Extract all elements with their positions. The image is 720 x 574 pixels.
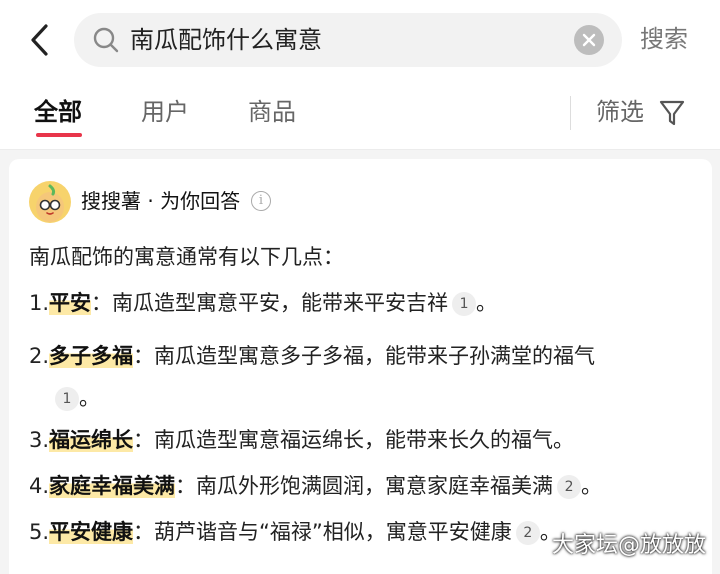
chevron-left-icon: [31, 24, 48, 56]
item-keyword: 福运绵长: [49, 428, 134, 452]
info-icon[interactable]: i: [251, 191, 271, 211]
tab-products[interactable]: 商品: [248, 94, 296, 130]
item-colon: ：: [175, 474, 197, 498]
item-keyword: 家庭幸福美满: [49, 474, 176, 498]
ai-answer-card: 搜搜薯 · 为你回答 i 南瓜配饰的寓意通常有以下几点： 1.平安：南瓜造型寓意…: [9, 159, 712, 574]
item-text: 南瓜造型寓意多子多福，能带来子孙满堂的福气: [154, 344, 596, 368]
search-button[interactable]: 搜索: [640, 21, 688, 57]
item-colon: ：: [133, 428, 155, 452]
top-bar: 南瓜配饰什么寓意 搜索: [0, 0, 720, 82]
item-number: 3.: [29, 428, 50, 452]
tab-users[interactable]: 用户: [141, 94, 189, 130]
citation-badge[interactable]: 2: [557, 475, 582, 499]
item-keyword: 多子多福: [49, 344, 134, 368]
item-number: 2.: [29, 344, 50, 368]
filter-label: 筛选: [596, 98, 644, 126]
item-end: 。: [581, 474, 603, 498]
active-tab-indicator: [36, 133, 82, 137]
filter-button[interactable]: 筛选: [596, 94, 685, 130]
item-number: 4.: [29, 474, 50, 498]
answer-intro: 南瓜配饰的寓意通常有以下几点：: [29, 245, 344, 269]
watermark-text: 大家坛@放放放: [551, 533, 706, 558]
item-end: 。: [79, 386, 100, 410]
citation-badge[interactable]: 2: [515, 521, 540, 545]
answer-source-label: 搜搜薯 · 为你回答: [81, 189, 241, 213]
citation-badge[interactable]: 1: [452, 292, 477, 316]
potato-mascot-avatar: [29, 181, 71, 223]
answer-item-1: 1.平安：南瓜造型寓意平安，能带来平安吉祥 1。: [29, 287, 709, 319]
item-text: 南瓜造型寓意平安，能带来平安吉祥: [112, 291, 449, 315]
item-text: 葫芦谐音与“福禄”相似，寓意平安健康: [154, 520, 512, 544]
item-keyword: 平安健康: [49, 520, 134, 544]
tab-divider: [570, 96, 571, 130]
clear-icon[interactable]: [574, 25, 604, 55]
item-end: 。: [476, 291, 498, 315]
item-colon: ：: [91, 291, 113, 315]
search-input[interactable]: 南瓜配饰什么寓意: [74, 13, 622, 67]
item-colon: ：: [133, 344, 155, 368]
citation-badge[interactable]: 1: [55, 387, 79, 411]
answer-item-3: 3.福运绵长：南瓜造型寓意福运绵长，能带来长久的福气。: [29, 424, 709, 456]
back-button[interactable]: [24, 20, 58, 60]
tab-all[interactable]: 全部: [34, 94, 82, 130]
search-icon: [93, 27, 119, 53]
funnel-icon: [659, 100, 685, 126]
answer-item-4: 4.家庭幸福美满：南瓜外形饱满圆润，寓意家庭幸福美满 2。: [29, 470, 709, 502]
tab-bar: 全部 用户 商品 筛选: [0, 82, 720, 150]
item-keyword: 平安: [49, 291, 92, 315]
search-query-text: 南瓜配饰什么寓意: [130, 26, 322, 54]
item-text: 南瓜外形饱满圆润，寓意家庭幸福美满: [196, 474, 554, 498]
answer-item-2: 2.多子多福：南瓜造型寓意多子多福，能带来子孙满堂的福气 1。: [29, 335, 709, 419]
item-colon: ：: [133, 520, 155, 544]
item-number: 5.: [29, 520, 50, 544]
item-text: 南瓜造型寓意福运绵长，能带来长久的福气。: [154, 428, 575, 452]
item-number: 1.: [29, 291, 50, 315]
